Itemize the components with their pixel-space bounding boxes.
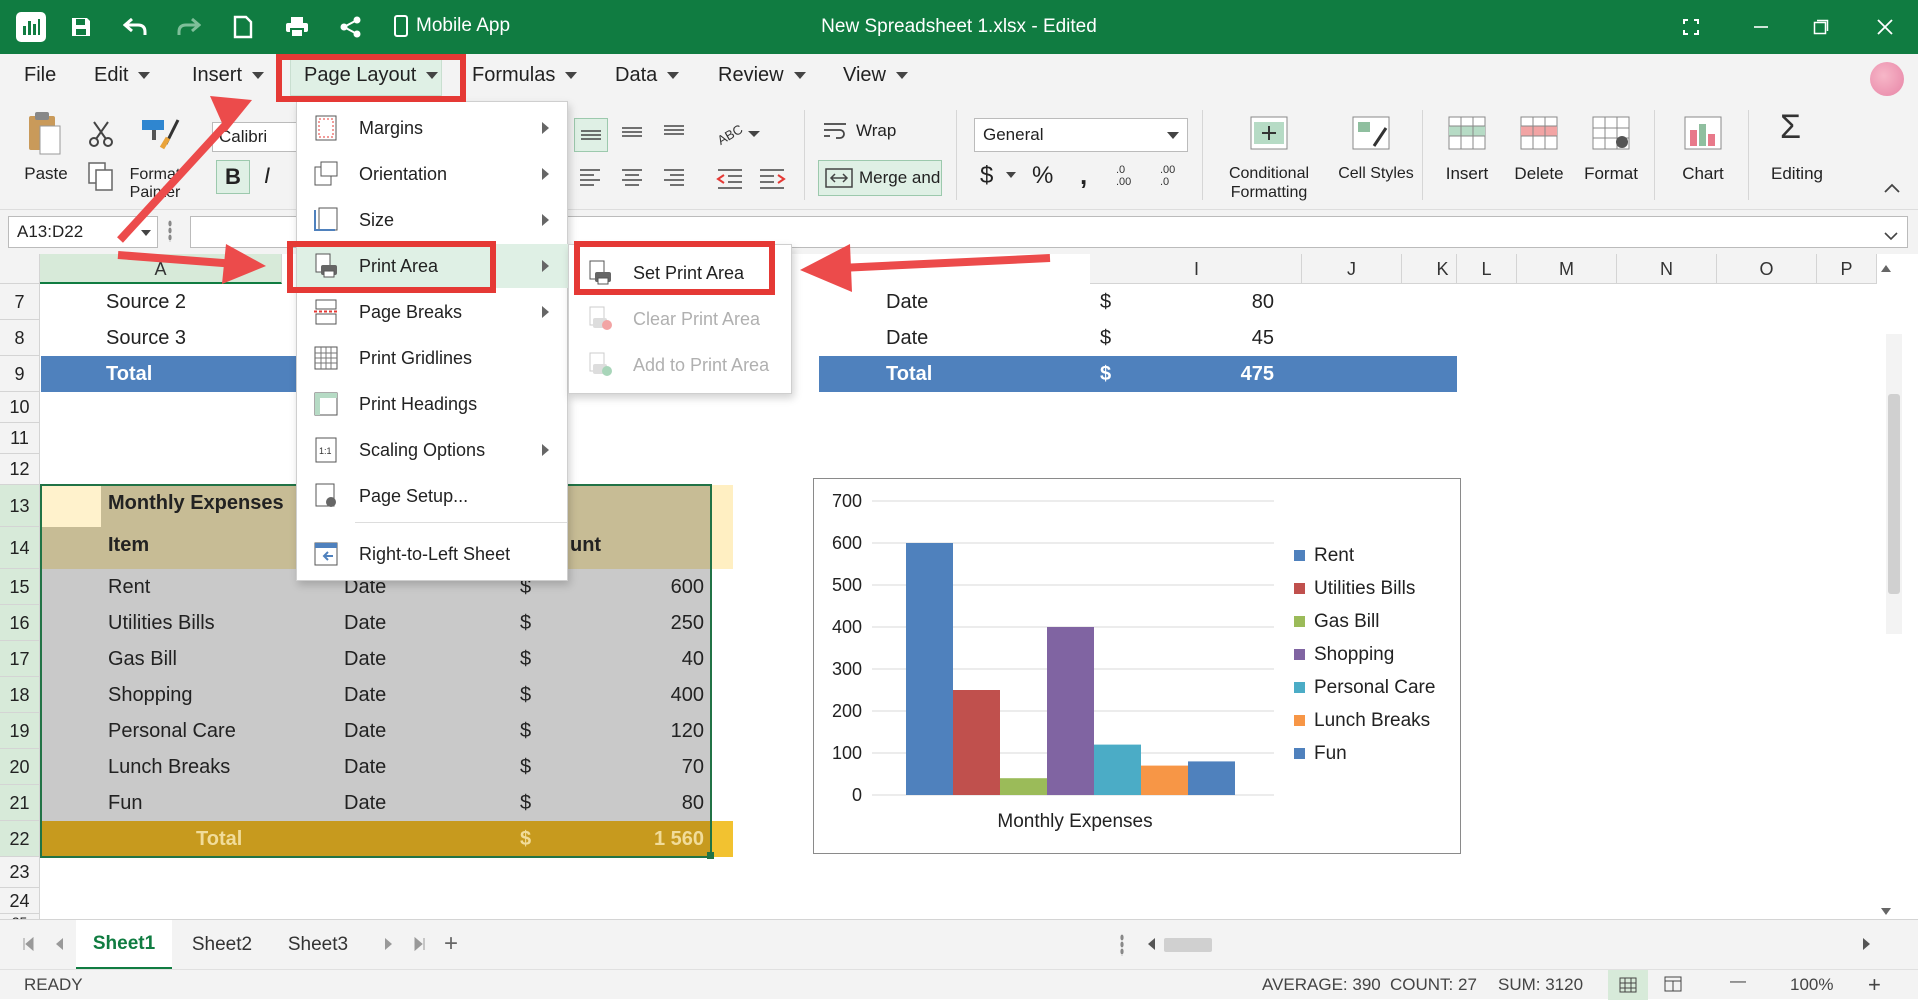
scroll-right-icon[interactable] [1862,937,1872,956]
status-sum: SUM: 3120 [1498,975,1584,994]
status-average: AVERAGE: 390 [1262,975,1381,994]
status-ready: READY [24,975,83,994]
last-sheet-icon[interactable] [414,936,426,956]
zoom-out-button[interactable]: — [1730,973,1746,991]
normal-view-icon[interactable] [1608,970,1648,1000]
zoom-level[interactable]: 100% [1790,975,1833,995]
sheet-tab-sheet2[interactable]: Sheet2 [176,920,268,970]
arrow-to-page-layout [117,96,252,243]
zoom-in-button[interactable]: + [1868,972,1881,998]
sheet-tab-sheet1[interactable]: Sheet1 [76,920,172,970]
drag-handle-icon[interactable] [1120,934,1124,956]
arrow-to-set-print-area [800,244,1051,292]
next-sheet-icon[interactable] [384,937,394,956]
add-sheet-button[interactable]: + [444,930,458,958]
horizontal-scrollbar-thumb[interactable] [1164,938,1212,952]
status-bar: READY AVERAGE: 390 COUNT: 27 SUM: 3120 —… [0,969,1918,1000]
annotation-arrows [117,96,1051,292]
arrow-to-print-area [117,244,266,284]
first-sheet-icon[interactable] [22,936,34,956]
sheet-tab-sheet3[interactable]: Sheet3 [272,920,364,970]
sheet-tab-bar: Sheet1 Sheet2 Sheet3 + [0,919,1918,970]
page-layout-view-icon[interactable] [1664,976,1682,997]
prev-sheet-icon[interactable] [54,937,64,956]
status-count: COUNT: 27 [1390,975,1477,994]
scroll-left-icon[interactable] [1146,937,1156,956]
